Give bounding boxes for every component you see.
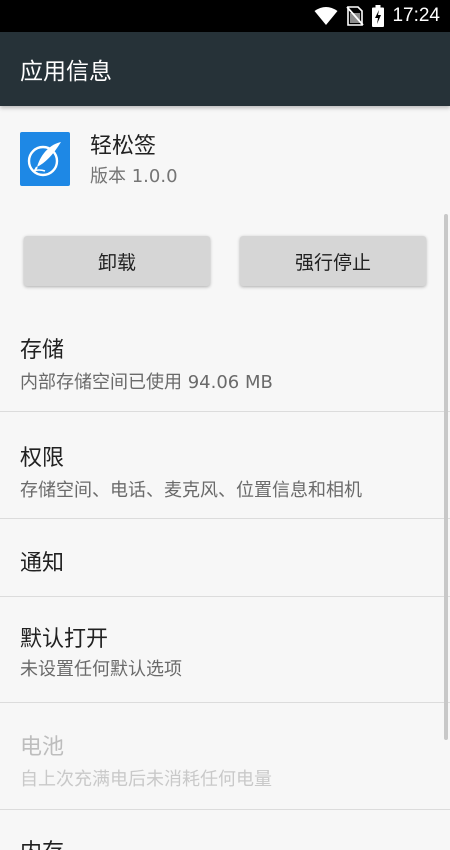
page-title: 应用信息 xyxy=(20,59,112,85)
list-item-subtitle: 未设置任何默认选项 xyxy=(20,659,182,680)
list-item-subtitle: 自上次充满电后未消耗任何电量 xyxy=(20,769,272,790)
status-bar: 17:24 xyxy=(0,0,450,32)
app-bar: 应用信息 xyxy=(0,32,450,106)
uninstall-button[interactable]: 卸载 xyxy=(24,236,210,286)
app-info-content: 轻松签 版本 1.0.0 卸载 强行停止 存储 内部存储空间已使用 94.06 … xyxy=(0,106,450,850)
list-item-permissions[interactable]: 权限 存储空间、电话、麦克风、位置信息和相机 xyxy=(0,412,450,519)
list-item-title: 默认打开 xyxy=(20,627,109,652)
force-stop-button[interactable]: 强行停止 xyxy=(240,236,426,286)
feather-pen-icon xyxy=(20,132,70,186)
app-meta: 轻松签 版本 1.0.0 xyxy=(90,132,178,190)
battery-charging-icon xyxy=(372,5,385,27)
list-item-memory[interactable]: 内存 xyxy=(0,810,450,850)
app-name: 轻松签 xyxy=(90,134,157,159)
action-buttons: 卸载 强行停止 xyxy=(24,236,426,288)
list-item-notifications[interactable]: 通知 xyxy=(0,519,450,597)
app-version: 版本 1.0.0 xyxy=(90,166,178,187)
list-item-title: 电池 xyxy=(20,735,65,760)
list-item-open-by-default[interactable]: 默认打开 未设置任何默认选项 xyxy=(0,597,450,703)
settings-list: 存储 内部存储空间已使用 94.06 MB 权限 存储空间、电话、麦克风、位置信… xyxy=(0,306,450,850)
list-item-title: 通知 xyxy=(20,551,65,576)
app-header: 轻松签 版本 1.0.0 xyxy=(20,132,178,196)
no-sim-icon xyxy=(346,6,365,26)
wifi-icon xyxy=(314,6,338,26)
scrollbar[interactable] xyxy=(444,214,448,740)
list-item-title: 权限 xyxy=(20,446,65,471)
list-item-title: 存储 xyxy=(20,338,65,363)
list-item-subtitle: 内部存储空间已使用 94.06 MB xyxy=(20,372,273,393)
list-item-battery: 电池 自上次充满电后未消耗任何电量 xyxy=(0,703,450,810)
status-time: 17:24 xyxy=(392,5,440,26)
list-item-subtitle: 存储空间、电话、麦克风、位置信息和相机 xyxy=(20,480,362,501)
list-item-title: 内存 xyxy=(20,834,64,850)
list-item-storage[interactable]: 存储 内部存储空间已使用 94.06 MB xyxy=(0,306,450,412)
